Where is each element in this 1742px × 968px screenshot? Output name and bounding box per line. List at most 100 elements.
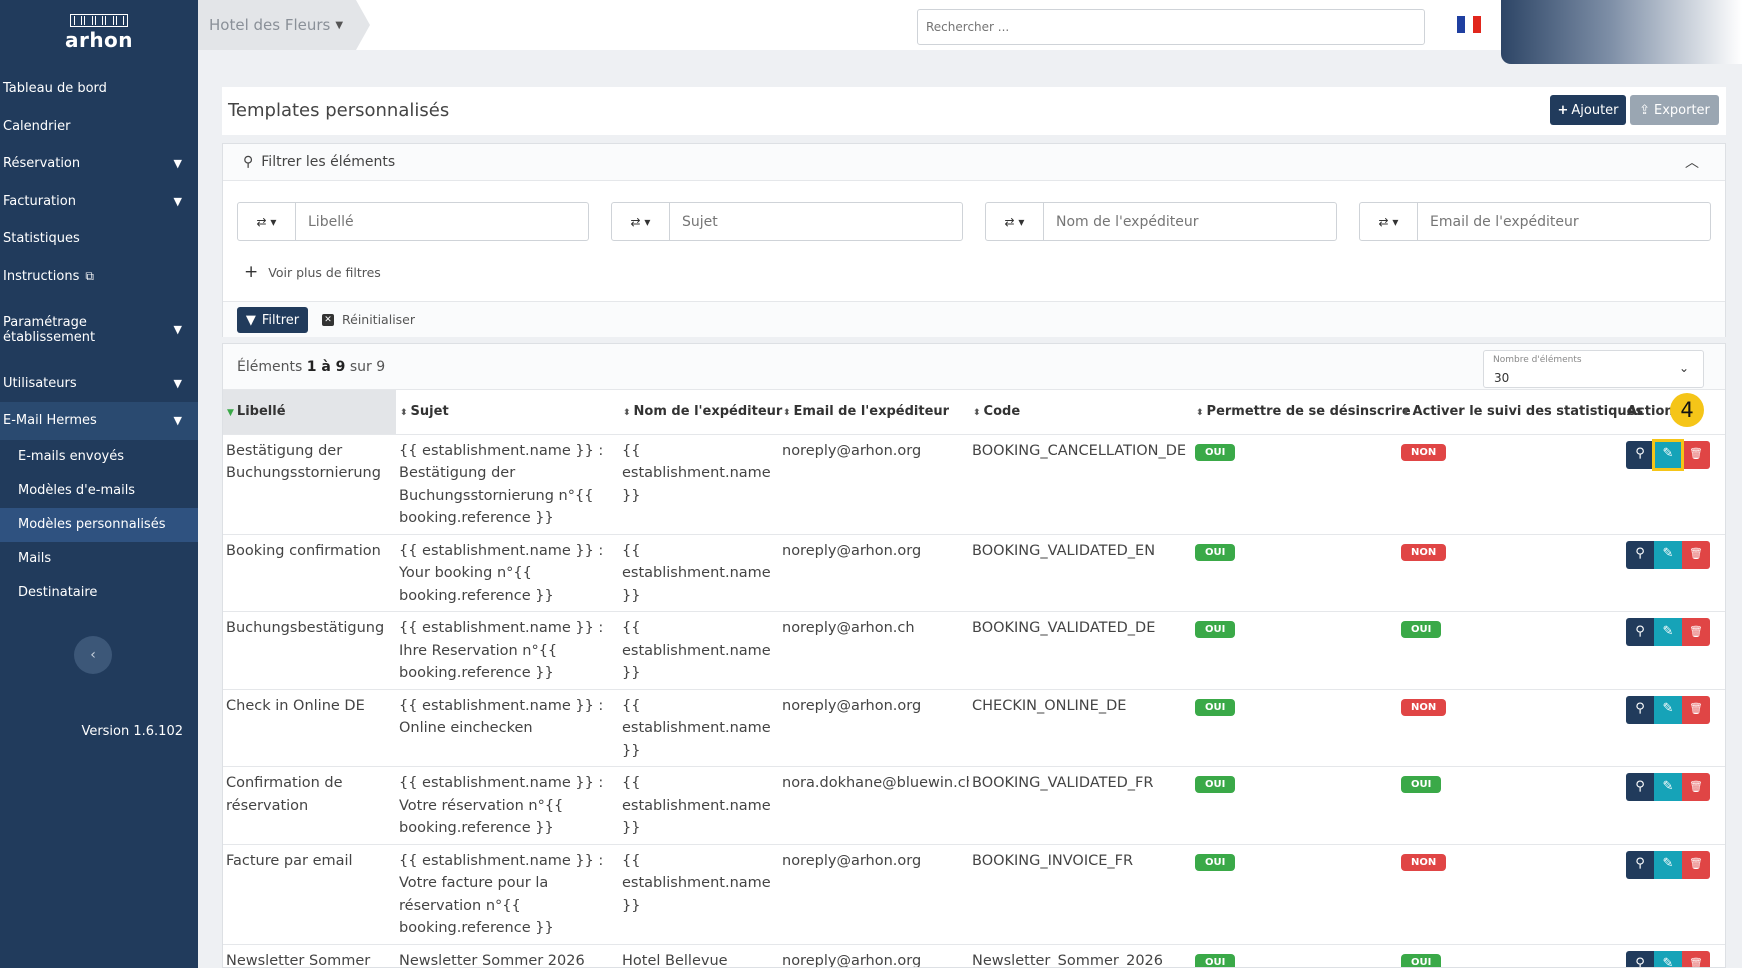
arhon-logo[interactable]: arhon xyxy=(0,0,198,58)
add-button[interactable]: + Ajouter xyxy=(1550,95,1626,125)
sidebar-item-dashboard[interactable]: Tableau de bord xyxy=(0,70,198,108)
add-button-label: Ajouter xyxy=(1571,102,1619,118)
filter-operator-dropdown[interactable]: ⇄ ▾ xyxy=(612,203,670,240)
sidebar-subitem-mails[interactable]: Mails xyxy=(0,542,198,576)
sender-name-filter-input[interactable] xyxy=(1044,203,1336,240)
view-button[interactable]: ⚲ xyxy=(1626,950,1654,967)
table-row[interactable]: Facture par email{{ establishment.name }… xyxy=(223,843,1725,944)
delete-button[interactable]: 🗑 xyxy=(1682,618,1710,646)
edit-button[interactable]: ✎ xyxy=(1652,438,1684,471)
edit-button[interactable]: ✎ xyxy=(1654,540,1682,569)
view-button[interactable]: ⚲ xyxy=(1626,618,1654,646)
table-row[interactable]: Booking confirmation{{ establishment.nam… xyxy=(223,533,1725,612)
view-button[interactable]: ⚲ xyxy=(1626,773,1654,801)
export-button[interactable]: ⇪ Exporter xyxy=(1630,95,1719,125)
sort-icon: ⬍ xyxy=(973,408,981,419)
sidebar-item-users[interactable]: Utilisateurs ▼ xyxy=(0,365,198,403)
cell-stats: NON xyxy=(1398,433,1623,534)
column-header-sender-email[interactable]: ⬍ Email de l'expéditeur xyxy=(779,390,969,434)
filter-operator-dropdown[interactable]: ⇄ ▾ xyxy=(1360,203,1418,240)
sender-email-filter-input[interactable] xyxy=(1418,203,1710,240)
column-header-stats[interactable]: ⬍ Activer le suivi des statistiques xyxy=(1398,390,1643,434)
view-button[interactable]: ⚲ xyxy=(1626,440,1654,469)
cell-subject: {{ establishment.name }} : Bestätigung d… xyxy=(396,433,619,534)
filter-operator-dropdown[interactable]: ⇄ ▾ xyxy=(986,203,1044,240)
row-actions: ⚲ ✎ 🗑 xyxy=(1626,540,1724,569)
delete-button[interactable]: 🗑 xyxy=(1682,773,1710,801)
chevron-up-icon[interactable]: ︿ xyxy=(1685,152,1699,172)
column-label: Code xyxy=(983,404,1021,420)
collapse-sidebar-button[interactable]: ‹ xyxy=(74,635,112,674)
subject-filter-input[interactable] xyxy=(670,203,962,240)
sidebar-item-reservation[interactable]: Réservation ▼ xyxy=(0,145,198,183)
view-button[interactable]: ⚲ xyxy=(1626,850,1654,879)
cell-subject: {{ establishment.name }} : Ihre Reservat… xyxy=(396,611,619,689)
cell-actions: ⚲ ✎ 🗑 xyxy=(1623,533,1725,612)
column-header-sujet[interactable]: ⬍ Sujet xyxy=(396,390,619,434)
sidebar-item-email-hermes[interactable]: E-Mail Hermes ▼ xyxy=(0,402,198,440)
cell-sender-name: {{ establishment.name }} xyxy=(619,843,779,944)
edit-icon: ✎ xyxy=(1662,956,1674,968)
sidebar-item-label: Calendrier xyxy=(3,118,71,134)
establishment-selector[interactable]: Hotel des Fleurs ▼ xyxy=(198,0,370,50)
sidebar-item-statistics[interactable]: Statistiques xyxy=(0,220,198,258)
filter-panel-header[interactable]: ⚲ Filtrer les éléments ︿ xyxy=(223,144,1725,181)
sidebar-subitem-email-templates[interactable]: Modèles d'e-mails xyxy=(0,474,198,508)
cell-code: CHECKIN_ONLINE_DE xyxy=(969,688,1192,767)
table-row[interactable]: Check in Online DE{{ establishment.name … xyxy=(223,688,1725,767)
cell-subject: Newsletter Sommer 2026 xyxy=(396,943,619,967)
count-range: 1 à 9 xyxy=(306,359,346,375)
sidebar-item-billing[interactable]: Facturation ▼ xyxy=(0,183,198,221)
table-row[interactable]: Buchungsbestätigung{{ establishment.name… xyxy=(223,611,1725,689)
reset-button[interactable]: ✕ Réinitialiser xyxy=(322,312,415,327)
edit-button[interactable]: ✎ xyxy=(1654,695,1682,724)
filter-operator-dropdown[interactable]: ⇄ ▾ xyxy=(238,203,296,240)
view-button[interactable]: ⚲ xyxy=(1626,695,1654,724)
delete-button[interactable]: 🗑 xyxy=(1682,950,1710,967)
delete-button[interactable]: 🗑 xyxy=(1682,695,1710,724)
status-badge: OUI xyxy=(1195,776,1236,793)
edit-button[interactable]: ✎ xyxy=(1654,850,1682,879)
column-header-sender-name[interactable]: ⬍ Nom de l'expéditeur xyxy=(619,390,782,434)
table-row[interactable]: Newsletter Sommer Newsletter Sommer 2026 H… xyxy=(223,943,1725,968)
status-badge: NON xyxy=(1401,443,1447,461)
delete-button[interactable]: 🗑 xyxy=(1682,440,1710,469)
sidebar-subitem-custom-templates[interactable]: Modèles personnalisés xyxy=(0,507,198,542)
more-filters-link[interactable]: + Voir plus de filtres xyxy=(244,262,381,282)
french-flag-icon[interactable] xyxy=(1457,16,1481,33)
delete-button[interactable]: 🗑 xyxy=(1682,540,1710,569)
delete-button[interactable]: 🗑 xyxy=(1682,850,1710,879)
page-size-select[interactable]: Nombre d'éléments 30 ⌄ xyxy=(1483,350,1704,388)
view-button[interactable]: ⚲ xyxy=(1626,540,1654,569)
user-menu[interactable] xyxy=(1501,0,1742,64)
edit-button[interactable]: ✎ xyxy=(1654,618,1682,646)
sidebar-item-settings[interactable]: Paramétrage établissement ▼ xyxy=(0,311,198,349)
status-badge: NON xyxy=(1401,543,1447,561)
column-label: Activer le suivi des statistiques xyxy=(1412,404,1644,420)
table-row[interactable]: Bestätigung der Buchungsstornierung{{ es… xyxy=(223,433,1725,534)
column-header-code[interactable]: ⬍ Code xyxy=(969,390,1192,434)
filter-sujet: ⇄ ▾ xyxy=(611,202,963,241)
table-row[interactable]: Confirmation de réservation{{ establishm… xyxy=(223,766,1725,844)
filter-button[interactable]: ▼ Filtrer xyxy=(237,307,308,333)
sidebar-nav: Tableau de bord Calendrier Réservation ▼ … xyxy=(0,70,198,610)
cell-code: BOOKING_VALIDATED_FR xyxy=(969,766,1192,844)
column-header-libelle[interactable]: ▼ Libellé xyxy=(223,390,396,434)
establishment-name: Hotel des Fleurs xyxy=(209,16,331,34)
cell-actions: ⚲ ✎ 🗑 xyxy=(1623,766,1725,844)
sidebar-subitem-recipient[interactable]: Destinataire xyxy=(0,576,198,610)
edit-button[interactable]: ✎ xyxy=(1654,950,1682,968)
sidebar-item-calendar[interactable]: Calendrier xyxy=(0,108,198,146)
column-header-unsubscribe[interactable]: ⬍ Permettre de se désinscrire xyxy=(1192,390,1411,434)
sidebar-subitem-sent-emails[interactable]: E-mails envoyés xyxy=(0,440,198,474)
table-toolbar: Éléments 1 à 9 sur 9 Nombre d'éléments 3… xyxy=(223,344,1725,390)
libelle-filter-input[interactable] xyxy=(296,203,588,240)
page-size-label: Nombre d'éléments xyxy=(1493,355,1582,365)
search-input[interactable] xyxy=(917,9,1425,45)
sidebar-item-instructions[interactable]: Instructions ⧉ xyxy=(0,258,198,296)
sidebar-subitem-label: Modèles d'e-mails xyxy=(18,483,136,498)
filter-panel-title: Filtrer les éléments xyxy=(261,154,396,170)
edit-button[interactable]: ✎ xyxy=(1654,773,1682,801)
sidebar-item-label: Paramétrage établissement xyxy=(3,314,96,345)
page-title: Templates personnalisés xyxy=(228,100,450,121)
